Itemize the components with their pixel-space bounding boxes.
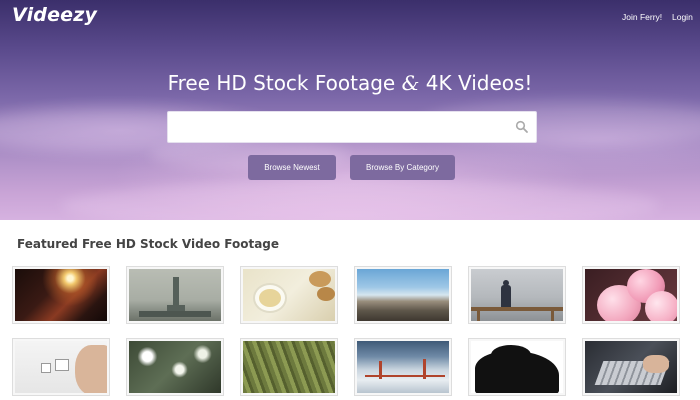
person-railing-image: [471, 269, 563, 321]
video-thumbnail-typing-laptop[interactable]: [582, 338, 680, 396]
login-link[interactable]: Login: [672, 12, 693, 22]
video-thumbnail-statue-of-liberty[interactable]: [126, 266, 224, 324]
video-thumbnail-rocky-beach[interactable]: [354, 266, 452, 324]
video-thumbnail-tea-cookies[interactable]: [240, 266, 338, 324]
search-input[interactable]: [176, 118, 496, 138]
typing-laptop-image: [585, 341, 677, 393]
video-thumbnail-person-railing[interactable]: [468, 266, 566, 324]
featured-section-title: Featured Free HD Stock Video Footage: [17, 237, 280, 251]
hero-banner: Videezy Join Ferry! Login Free HD Stock …: [0, 0, 700, 220]
video-thumbnail-blossom-branches[interactable]: [126, 338, 224, 396]
video-thumbnail-cave-light[interactable]: [12, 266, 110, 324]
hero-headline: Free HD Stock Footage & 4K Videos!: [0, 71, 700, 95]
blossom-branches-image: [129, 341, 221, 393]
browse-newest-button[interactable]: Browse Newest: [248, 155, 336, 180]
tree-silhouette-image: [471, 341, 563, 393]
headline-ampersand: &: [401, 71, 420, 95]
hand-dice-image: [15, 341, 107, 393]
video-thumbnail-tree-silhouette[interactable]: [468, 338, 566, 396]
video-thumbnail-green-plants[interactable]: [240, 338, 338, 396]
pink-balloons-image: [585, 269, 677, 321]
headline-text-2: 4K Videos!: [419, 71, 533, 95]
green-plants-image: [243, 341, 335, 393]
tea-cookies-image: [243, 269, 335, 321]
search-box: [167, 111, 537, 143]
video-thumbnail-hand-dice[interactable]: [12, 338, 110, 396]
videezy-logo[interactable]: Videezy: [12, 4, 97, 26]
rocky-beach-image: [357, 269, 449, 321]
search-icon[interactable]: [515, 120, 529, 134]
video-thumbnail-pink-balloons[interactable]: [582, 266, 680, 324]
cave-light-image: [15, 269, 107, 321]
golden-gate-fog-image: [357, 341, 449, 393]
statue-of-liberty-image: [129, 269, 221, 321]
join-link[interactable]: Join Ferry!: [622, 12, 662, 22]
video-thumbnail-golden-gate-fog[interactable]: [354, 338, 452, 396]
browse-category-button[interactable]: Browse By Category: [350, 155, 455, 180]
headline-text-1: Free HD Stock Footage: [167, 71, 402, 95]
